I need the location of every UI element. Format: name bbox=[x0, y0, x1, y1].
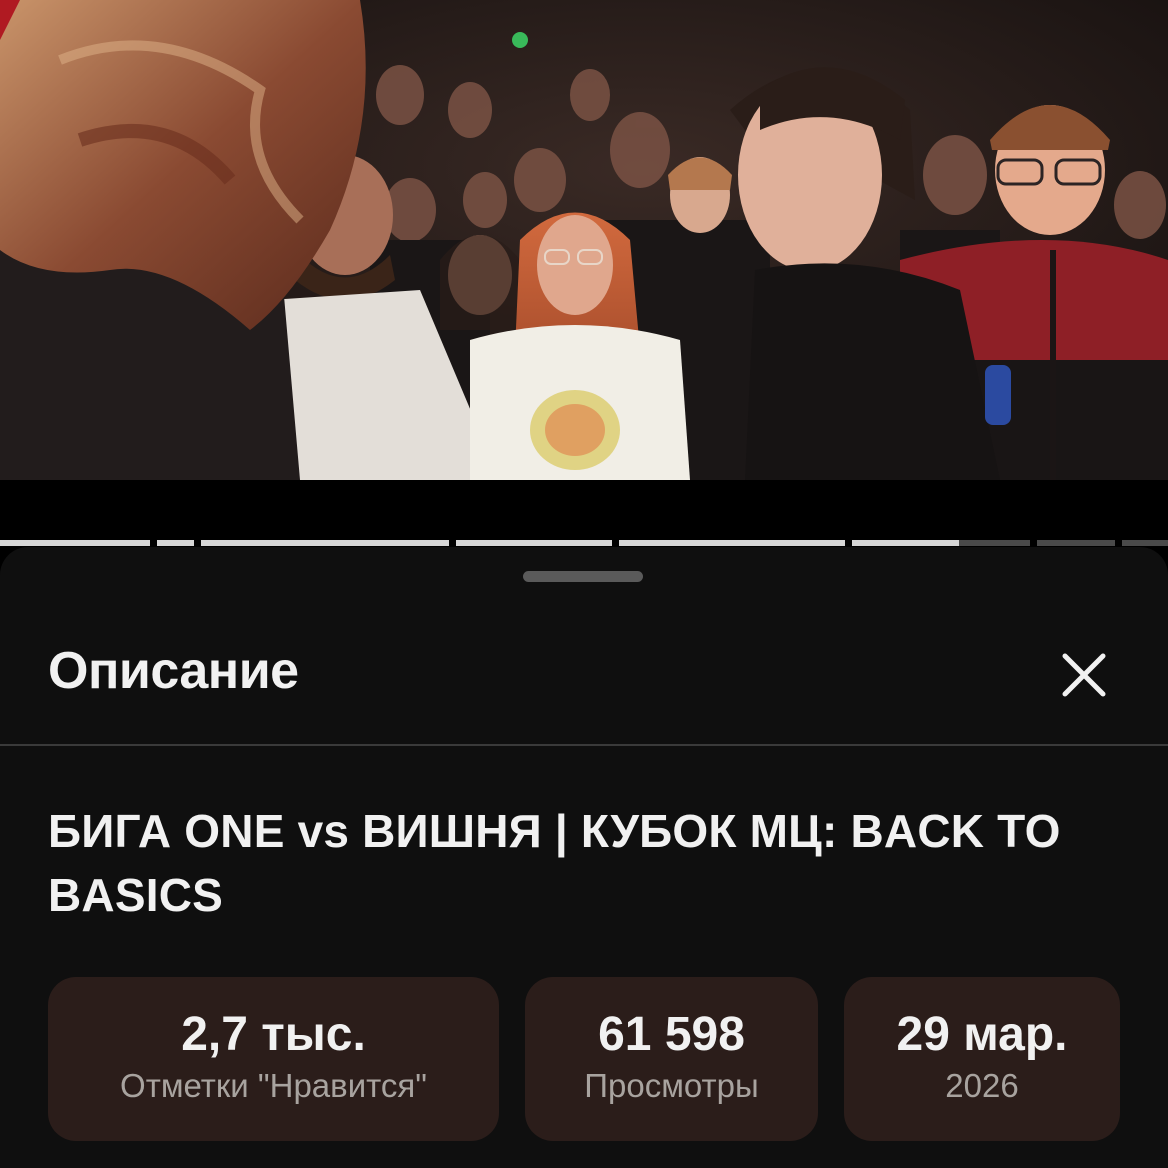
close-button[interactable] bbox=[1048, 639, 1120, 711]
chapter-segment[interactable] bbox=[456, 540, 612, 546]
views-card[interactable]: 61 598 Просмотры bbox=[525, 977, 818, 1141]
chapter-segment-fill bbox=[619, 540, 845, 546]
description-sheet: Описание БИГА ONE vs ВИШНЯ | КУБОК МЦ: B… bbox=[0, 547, 1168, 1168]
chapter-segment-fill bbox=[456, 540, 612, 546]
video-title: БИГА ONE vs ВИШНЯ | КУБОК МЦ: BACK TO BA… bbox=[48, 805, 1061, 921]
chapter-segment-fill bbox=[201, 540, 449, 546]
chapter-segment[interactable] bbox=[852, 540, 1030, 546]
chapter-segment[interactable] bbox=[201, 540, 449, 546]
views-label: Просмотры bbox=[584, 1067, 759, 1104]
drag-handle[interactable] bbox=[523, 571, 643, 582]
chapter-segment-fill bbox=[0, 540, 150, 546]
chapter-progress-bar[interactable] bbox=[0, 540, 1168, 546]
video-player[interactable] bbox=[0, 0, 1168, 480]
chapter-segment[interactable] bbox=[1037, 540, 1115, 546]
chapter-segment-fill bbox=[852, 540, 959, 546]
chapter-segment[interactable] bbox=[157, 540, 194, 546]
publish-date: 29 мар. bbox=[896, 1008, 1068, 1061]
chapter-segment[interactable] bbox=[619, 540, 845, 546]
chapter-segment-fill bbox=[157, 540, 194, 546]
sheet-divider bbox=[0, 744, 1168, 746]
publish-year: 2026 bbox=[945, 1067, 1019, 1104]
views-count: 61 598 bbox=[598, 1008, 745, 1061]
date-card[interactable]: 29 мар. 2026 bbox=[844, 977, 1120, 1141]
chapter-segment[interactable] bbox=[0, 540, 150, 546]
video-frame-image bbox=[0, 0, 1168, 480]
likes-count: 2,7 тыс. bbox=[181, 1008, 366, 1061]
likes-label: Отметки "Нравится" bbox=[120, 1067, 427, 1104]
letterbox-bar bbox=[0, 480, 1168, 540]
close-icon bbox=[1062, 653, 1106, 697]
likes-card[interactable]: 2,7 тыс. Отметки "Нравится" bbox=[48, 977, 499, 1141]
sheet-title: Описание bbox=[48, 642, 299, 700]
chapter-segment[interactable] bbox=[1122, 540, 1168, 546]
